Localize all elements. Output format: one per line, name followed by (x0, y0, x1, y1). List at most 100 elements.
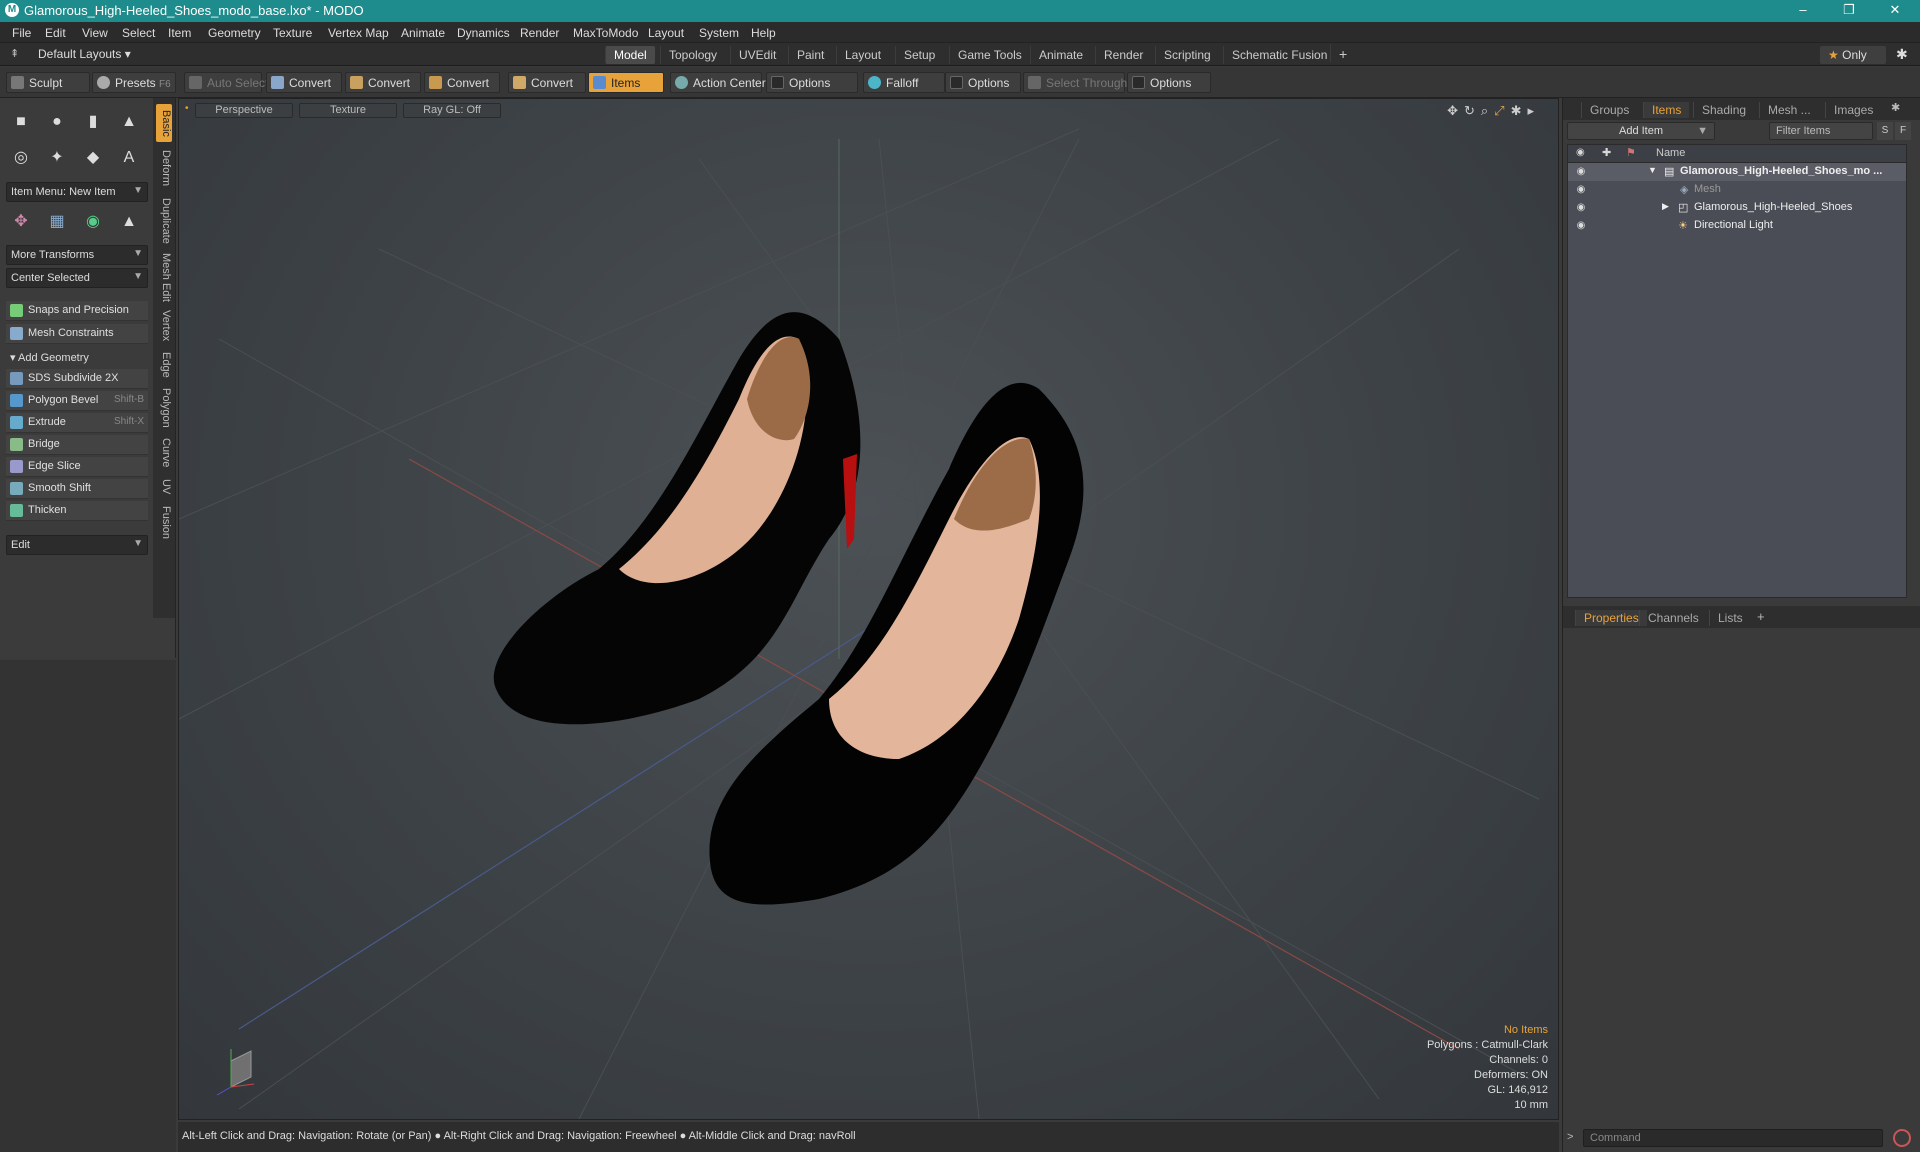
zoom-icon[interactable]: ⌕ (1481, 103, 1494, 118)
more-transforms-dropdown[interactable]: More Transforms ▼ (6, 245, 148, 265)
menu-system[interactable]: System (699, 26, 739, 40)
convert-vertices-button[interactable]: Convert (266, 72, 342, 93)
tool-thicken[interactable]: Thicken (6, 501, 148, 521)
vtab-uv[interactable]: UV (156, 476, 172, 498)
menu-render[interactable]: Render (520, 26, 559, 40)
visibility-eye-icon[interactable]: ◉ (1574, 220, 1588, 232)
orbit-icon[interactable]: ↻ (1464, 103, 1481, 118)
select-through-button[interactable]: Select Through (1023, 72, 1127, 93)
vtab-curve[interactable]: Curve (156, 436, 172, 470)
tab-animate[interactable]: Animate (1030, 46, 1091, 64)
tab-scripting[interactable]: Scripting (1155, 46, 1219, 64)
tab-model[interactable]: Model (605, 46, 655, 64)
menu-geometry[interactable]: Geometry (208, 26, 261, 40)
pan-icon[interactable]: ✥ (1447, 103, 1464, 118)
options-button-3[interactable]: Options (1127, 72, 1211, 93)
add-item-dropdown[interactable]: Add Item ▼ (1567, 122, 1715, 140)
menu-edit[interactable]: Edit (45, 26, 66, 40)
pen-icon[interactable]: ◆ (78, 144, 108, 172)
vtab-basic[interactable]: Basic (156, 104, 172, 142)
command-input[interactable]: Command (1583, 1129, 1883, 1147)
convert-materials-button[interactable]: Convert (508, 72, 586, 93)
snaps-button[interactable]: Snaps and Precision (6, 301, 148, 321)
tree-row-mesh[interactable]: ◉ ◈ Mesh (1568, 181, 1906, 199)
add-tab-button[interactable]: + (1330, 44, 1355, 62)
menu-layout[interactable]: Layout (648, 26, 684, 40)
vtab-mesh-edit[interactable]: Mesh Edit (156, 252, 172, 302)
text-icon[interactable]: A (114, 144, 144, 172)
tool-edge-slice[interactable]: Edge Slice (6, 457, 148, 477)
vtab-polygon[interactable]: Polygon (156, 386, 172, 430)
tool-bridge[interactable]: Bridge (6, 435, 148, 455)
visibility-eye-icon[interactable]: ◉ (1574, 184, 1588, 196)
name-column-header[interactable]: Name (1656, 147, 1685, 159)
center-selected-dropdown[interactable]: Center Selected ▼ (6, 268, 148, 288)
panel-options-icon[interactable]: ✱ (1891, 101, 1900, 114)
auto-select-button[interactable]: Auto Select (184, 72, 268, 93)
s-toggle[interactable]: S (1877, 122, 1893, 140)
record-icon[interactable] (1893, 1129, 1911, 1147)
menu-view[interactable]: View (82, 26, 108, 40)
texture-button[interactable]: Texture (299, 103, 397, 118)
convert-polygons-button[interactable]: Convert (424, 72, 500, 93)
presets-button[interactable]: Presets F6 (92, 72, 176, 93)
sphere-icon[interactable]: ● (42, 108, 72, 136)
filter-items-input[interactable]: Filter Items (1769, 122, 1873, 140)
menu-vertex-map[interactable]: Vertex Map (328, 26, 389, 40)
settings-icon[interactable]: ✱ (1511, 103, 1528, 118)
expand-arrow-icon[interactable]: ▼ (1648, 165, 1657, 175)
cone-icon[interactable]: ▲ (114, 108, 144, 136)
menu-help[interactable]: Help (751, 26, 776, 40)
item-menu-dropdown[interactable]: Item Menu: New Item ▼ (6, 182, 148, 202)
tool-polygon-bevel[interactable]: Polygon Bevel Shift-B (6, 391, 148, 411)
3d-viewport[interactable]: • Perspective Texture Ray GL: Off ✥↻⌕⤢✱▸… (178, 98, 1559, 1120)
type-header-icon[interactable]: ⚑ (1626, 146, 1636, 159)
maximize-button[interactable]: ❐ (1826, 0, 1872, 22)
tab-groups[interactable]: Groups (1581, 102, 1637, 118)
tab-render[interactable]: Render (1095, 46, 1151, 64)
tab-images[interactable]: Images (1825, 102, 1881, 118)
mesh-constraints-button[interactable]: Mesh Constraints (6, 324, 148, 344)
only-toggle[interactable]: ★ Only (1820, 46, 1886, 64)
tool-sds-subdivide[interactable]: SDS Subdivide 2X (6, 369, 148, 389)
tab-layout[interactable]: Layout (836, 46, 889, 64)
menu-maxtomodo[interactable]: MaxToModo (573, 26, 638, 40)
perspective-button[interactable]: Perspective (195, 103, 293, 118)
torus-icon[interactable]: ◎ (6, 144, 36, 172)
tab-properties[interactable]: Properties (1575, 610, 1647, 626)
menu-texture[interactable]: Texture (273, 26, 312, 40)
f-toggle[interactable]: F (1895, 122, 1911, 140)
tree-row-light[interactable]: ◉ ☀ Directional Light (1568, 217, 1906, 235)
close-button[interactable]: ✕ (1872, 0, 1918, 22)
menu-select[interactable]: Select (122, 26, 155, 40)
items-mode-button[interactable]: Items (588, 72, 664, 93)
tab-shading[interactable]: Shading (1693, 102, 1754, 118)
capsule-icon[interactable]: ✦ (42, 144, 72, 172)
action-center-button[interactable]: Action Center (670, 72, 766, 93)
layout-collapse-icon[interactable]: ⇞ (10, 47, 19, 60)
cylinder-icon[interactable]: ▮ (78, 108, 108, 136)
add-geometry-header[interactable]: ▾ Add Geometry (6, 349, 148, 367)
sculpt-button[interactable]: Sculpt (6, 72, 90, 93)
raygl-button[interactable]: Ray GL: Off (403, 103, 501, 118)
vtab-fusion[interactable]: Fusion (156, 504, 172, 542)
tab-paint[interactable]: Paint (788, 46, 832, 64)
tool-extrude[interactable]: Extrude Shift-X (6, 413, 148, 433)
vtab-duplicate[interactable]: Duplicate (156, 196, 172, 246)
play-icon[interactable]: ▸ (1527, 103, 1540, 118)
menu-item[interactable]: Item (168, 26, 191, 40)
visibility-eye-icon[interactable]: ◉ (1574, 202, 1588, 214)
fit-icon[interactable]: ⤢ (1494, 103, 1510, 118)
visibility-eye-icon[interactable]: ◉ (1574, 166, 1588, 178)
menu-file[interactable]: File (12, 26, 31, 40)
lock-header-icon[interactable]: ✚ (1602, 146, 1611, 159)
tree-row-group[interactable]: ◉ ▶ ◰ Glamorous_High-Heeled_Shoes (1568, 199, 1906, 217)
eye-header-icon[interactable]: ◉ (1576, 147, 1585, 158)
viewport-menu-icon[interactable]: • (185, 103, 189, 114)
vtab-vertex[interactable]: Vertex (156, 308, 172, 344)
tab-items[interactable]: Items (1643, 102, 1690, 118)
default-layouts-dropdown[interactable]: Default Layouts ▾ (38, 47, 131, 61)
falloff-button[interactable]: Falloff (863, 72, 945, 93)
cube-icon[interactable]: ■ (6, 108, 36, 136)
tool-smooth-shift[interactable]: Smooth Shift (6, 479, 148, 499)
